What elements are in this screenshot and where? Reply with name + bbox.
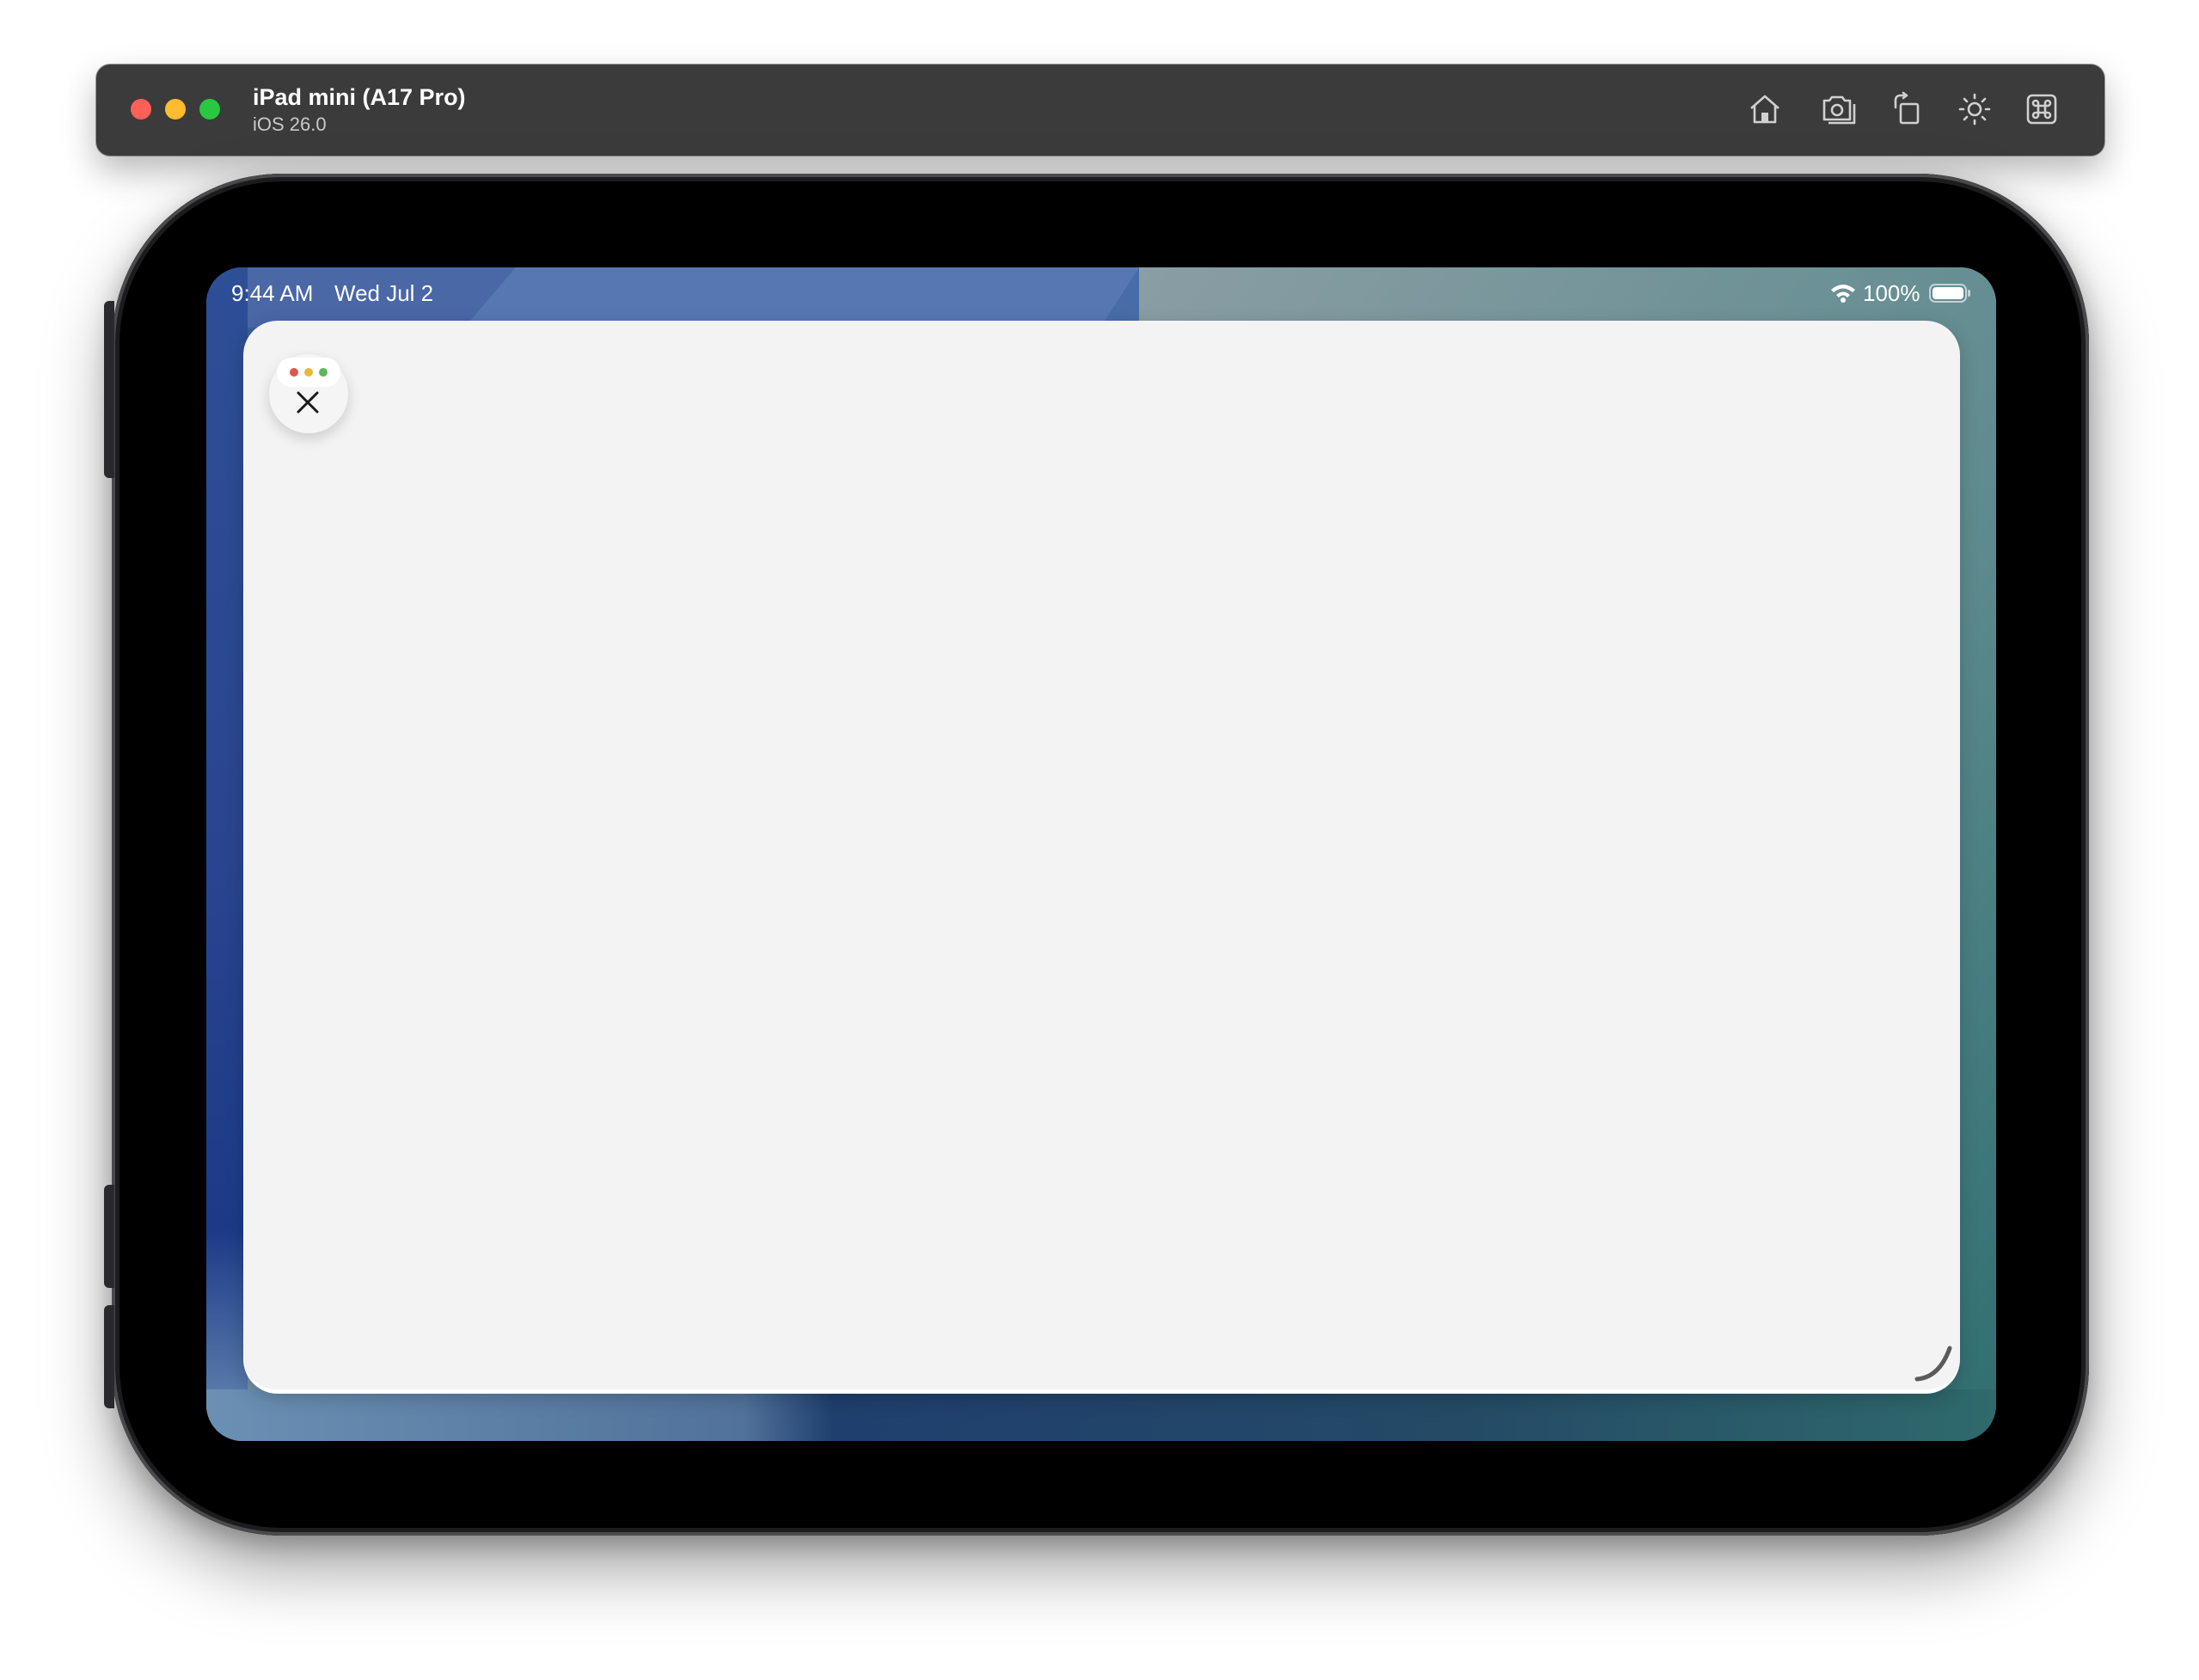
wifi-icon bbox=[1831, 285, 1855, 303]
status-date: Wed Jul 2 bbox=[334, 280, 434, 306]
minimize-dot bbox=[304, 368, 313, 377]
simulator-zoom-button[interactable] bbox=[199, 99, 220, 120]
battery-icon bbox=[1929, 284, 1970, 303]
screenshot-icon[interactable] bbox=[1820, 89, 1859, 129]
simulator-close-button[interactable] bbox=[131, 99, 151, 120]
status-time: 9:44 AM bbox=[231, 280, 314, 306]
simulator-device-name: iPad mini (A17 Pro) bbox=[253, 84, 466, 110]
volume-up-button bbox=[104, 1185, 114, 1288]
battery-percentage: 100% bbox=[1863, 280, 1920, 306]
volume-down-button bbox=[104, 1305, 114, 1408]
close-icon[interactable] bbox=[294, 389, 322, 416]
simulator-minimize-button[interactable] bbox=[165, 99, 186, 120]
close-dot bbox=[290, 368, 298, 377]
app-window[interactable] bbox=[243, 321, 1960, 1394]
appearance-icon[interactable] bbox=[1955, 89, 1994, 129]
zoom-dot bbox=[319, 368, 328, 377]
simulator-os-version: iOS 26.0 bbox=[253, 113, 327, 135]
home-icon[interactable] bbox=[1745, 89, 1785, 129]
rotate-icon[interactable] bbox=[1888, 89, 1927, 129]
keyboard-command-icon[interactable] bbox=[2022, 89, 2061, 129]
top-button bbox=[104, 301, 114, 478]
window-control-dots[interactable] bbox=[277, 358, 340, 387]
resize-handle-icon[interactable] bbox=[1914, 1343, 1955, 1384]
